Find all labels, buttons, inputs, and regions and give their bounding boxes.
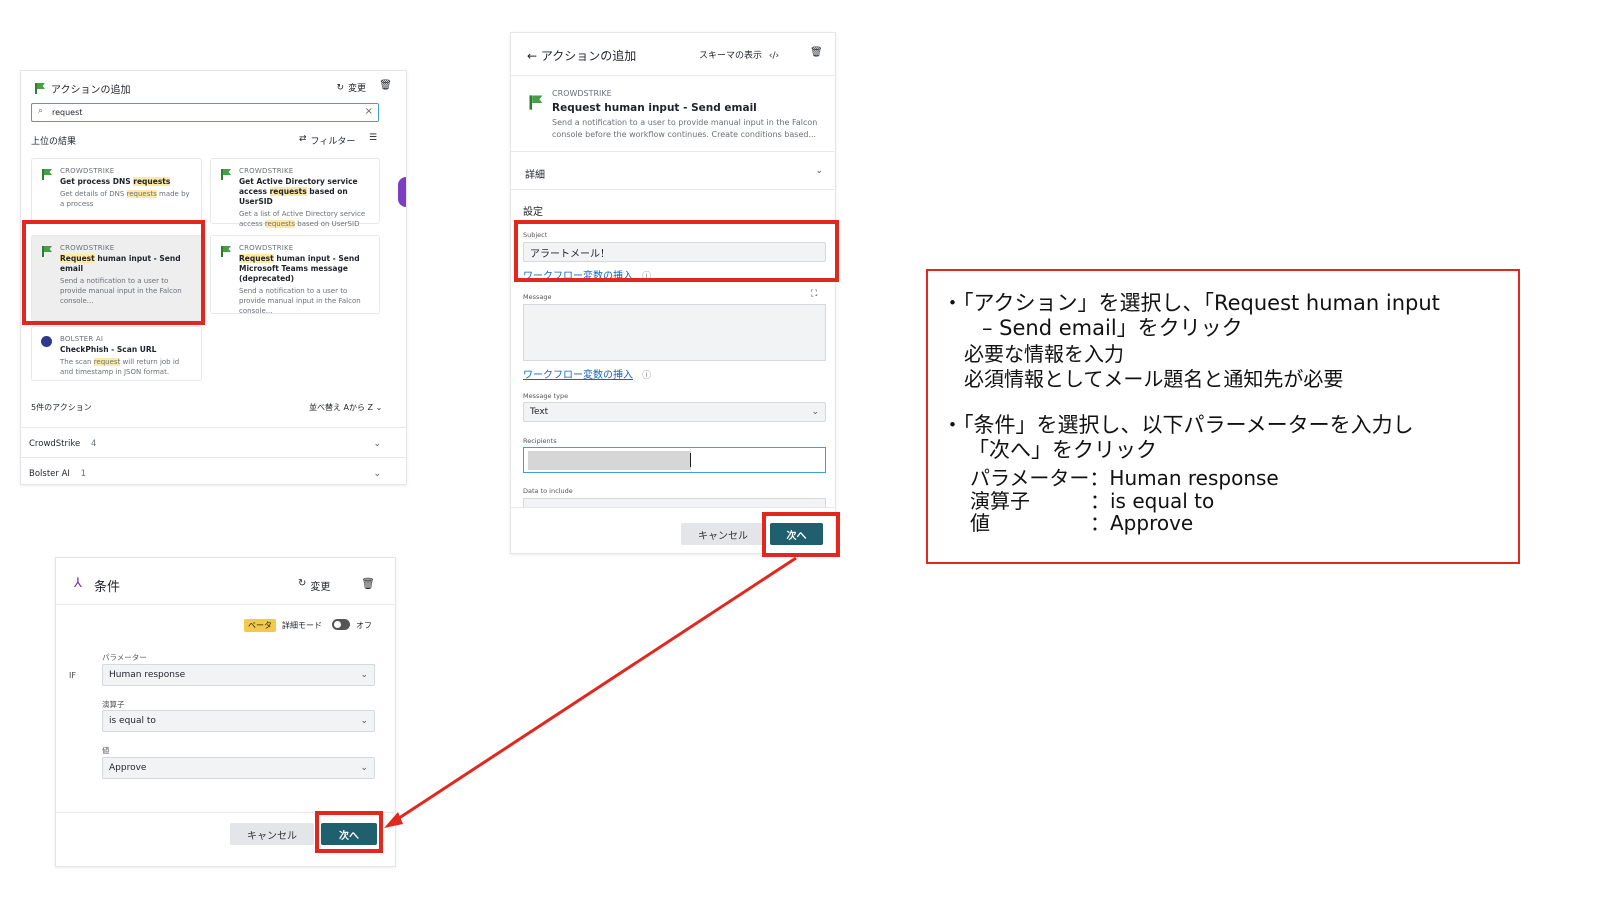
- bullet-1-sub-2: 必須情報としてメール題名と通知先が必要: [964, 367, 1344, 391]
- instruction-notes: ・「アクション」を選択し、「Request human input – Send…: [926, 269, 1520, 564]
- bullet-1-line-2: – Send email」をクリック: [982, 316, 1243, 340]
- bullet-1-line-1: ・「アクション」を選択し、「Request human input: [942, 291, 1440, 315]
- param-row: パラメーター：Human response: [970, 466, 1279, 490]
- bullet-2-line-2: 「次へ」をクリック: [968, 438, 1157, 462]
- operator-row: 演算子 ：is equal to: [970, 489, 1215, 513]
- value-row: 値 ：Approve: [970, 511, 1194, 535]
- bullet-1-sub-1: 必要な情報を入力: [964, 342, 1124, 366]
- bullet-2-line-1: ・「条件」を選択し、以下パラーメーターを入力し: [942, 413, 1414, 437]
